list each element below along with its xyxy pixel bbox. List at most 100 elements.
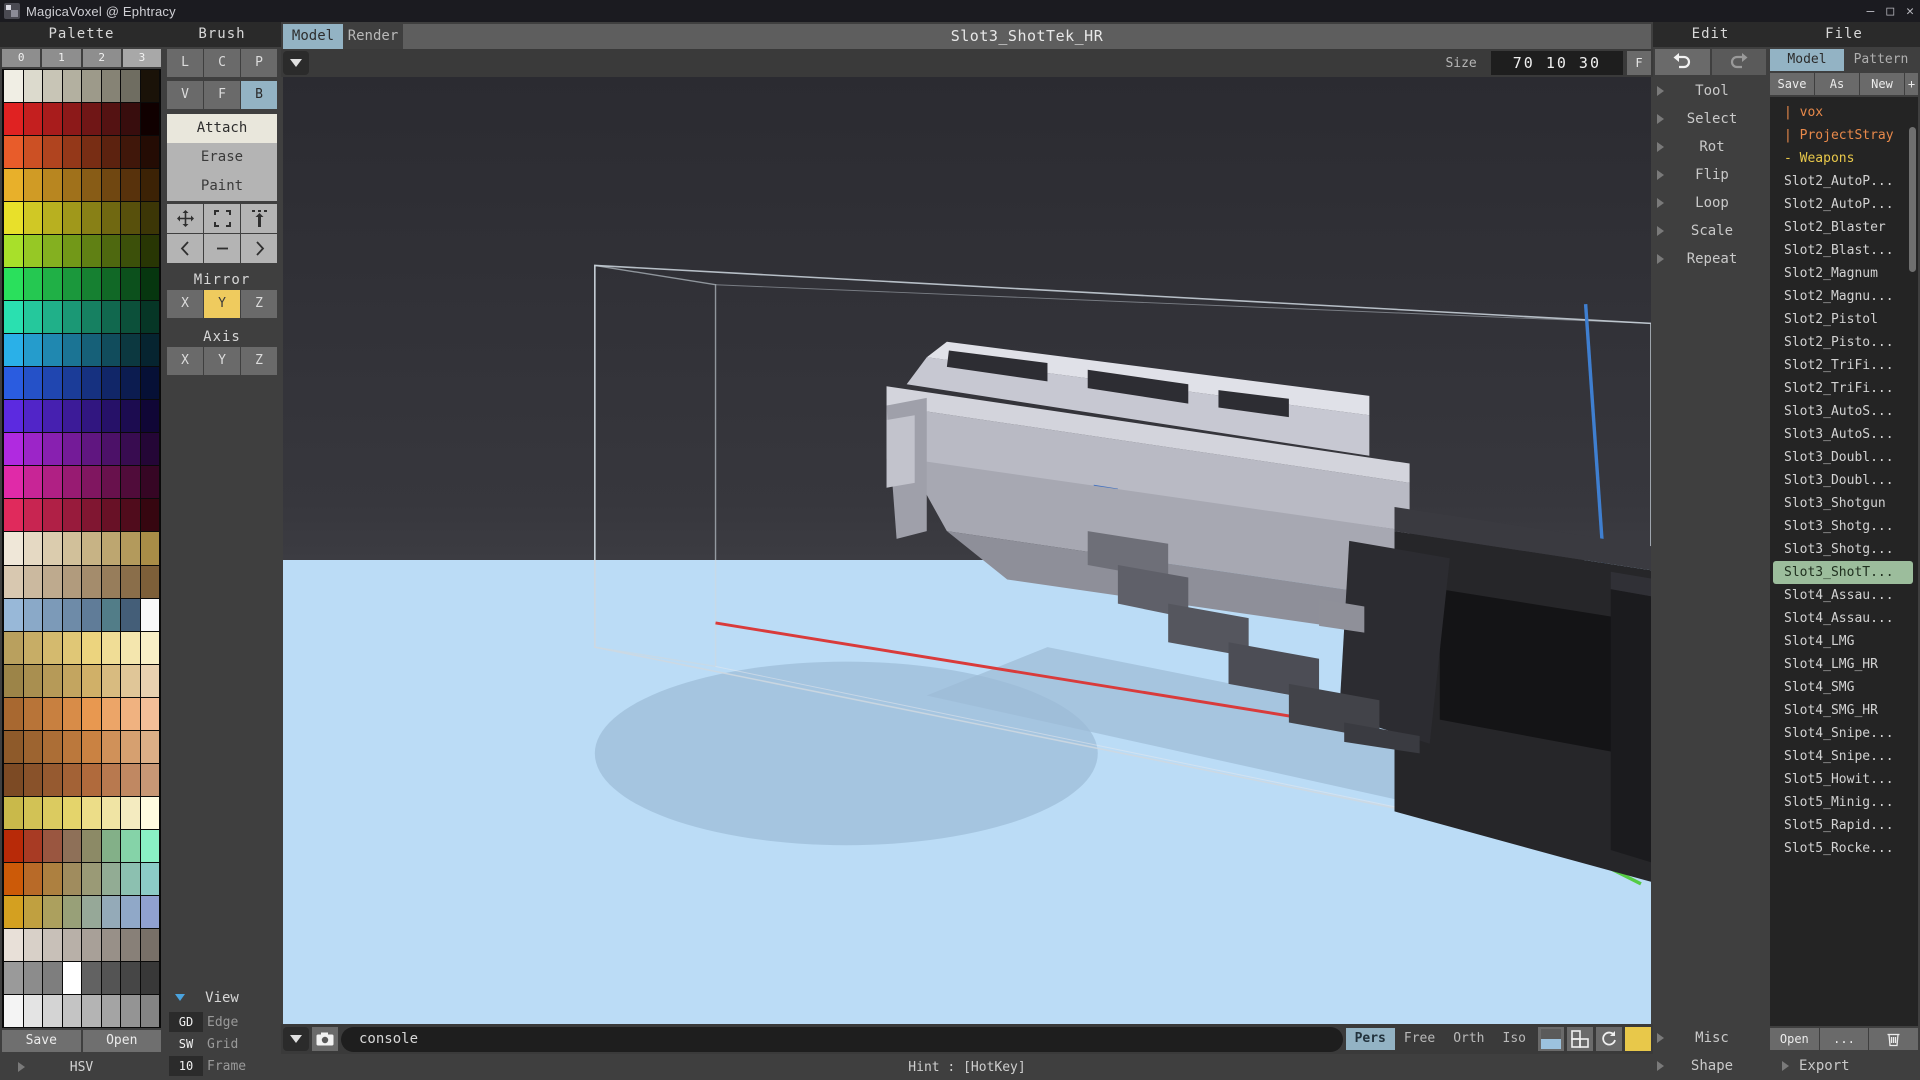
palette-actions[interactable]: Save Open bbox=[0, 1028, 163, 1054]
palette-swatch[interactable] bbox=[43, 466, 62, 499]
voxel-model-render[interactable] bbox=[283, 77, 1651, 1024]
palette-swatch[interactable] bbox=[101, 796, 120, 829]
edit-item-tool[interactable]: Tool bbox=[1653, 77, 1768, 105]
palette-swatch[interactable] bbox=[62, 70, 81, 103]
palette-swatch[interactable] bbox=[101, 664, 120, 697]
palette-swatch[interactable] bbox=[82, 235, 101, 268]
file-list-item[interactable]: | vox bbox=[1770, 101, 1918, 124]
brush-shape-V[interactable]: V bbox=[167, 81, 203, 109]
palette-swatch[interactable] bbox=[101, 367, 120, 400]
palette-swatch[interactable] bbox=[4, 70, 23, 103]
palette-swatch[interactable] bbox=[4, 862, 23, 895]
palette-swatch[interactable] bbox=[140, 631, 159, 664]
palette-swatch[interactable] bbox=[121, 367, 140, 400]
edit-item-select[interactable]: Select bbox=[1653, 105, 1768, 133]
palette-swatch[interactable] bbox=[62, 565, 81, 598]
palette-swatch[interactable] bbox=[4, 796, 23, 829]
redo-icon[interactable] bbox=[1711, 49, 1766, 75]
edit-item-repeat[interactable]: Repeat bbox=[1653, 245, 1768, 273]
palette-swatch[interactable] bbox=[62, 994, 81, 1027]
palette-swatch[interactable] bbox=[23, 598, 42, 631]
view-row-edge[interactable]: GD Edge bbox=[169, 1012, 275, 1032]
palette-swatch[interactable] bbox=[101, 466, 120, 499]
palette-swatch[interactable] bbox=[43, 895, 62, 928]
file-add-button[interactable]: + bbox=[1905, 73, 1918, 95]
palette-swatch[interactable] bbox=[82, 70, 101, 103]
palette-swatch[interactable] bbox=[101, 136, 120, 169]
palette-swatch[interactable] bbox=[101, 334, 120, 367]
palette-swatch[interactable] bbox=[121, 829, 140, 862]
file-action-buttons[interactable]: Save As New + bbox=[1770, 73, 1918, 95]
file-list-scrollbar[interactable] bbox=[1909, 127, 1916, 272]
palette-swatch[interactable] bbox=[43, 928, 62, 961]
file-list-item[interactable]: Slot4_LMG_HR bbox=[1770, 653, 1918, 676]
console-input[interactable]: console bbox=[341, 1026, 1343, 1052]
palette-swatch[interactable] bbox=[82, 631, 101, 664]
file-list-item[interactable]: Slot5_Rapid... bbox=[1770, 814, 1918, 837]
edit-item-scale[interactable]: Scale bbox=[1653, 217, 1768, 245]
maximize-button[interactable]: □ bbox=[1886, 4, 1894, 19]
palette-swatch[interactable] bbox=[62, 202, 81, 235]
palette-swatch[interactable] bbox=[62, 796, 81, 829]
palette-swatch[interactable] bbox=[121, 70, 140, 103]
palette-swatch[interactable] bbox=[62, 367, 81, 400]
screenshot-button[interactable] bbox=[312, 1027, 338, 1051]
palette-swatch[interactable] bbox=[121, 961, 140, 994]
trash-icon[interactable] bbox=[1869, 1028, 1919, 1050]
undo-redo-group[interactable] bbox=[1655, 49, 1766, 75]
file-list-item[interactable]: Slot4_SMG bbox=[1770, 676, 1918, 699]
palette-swatch[interactable] bbox=[4, 928, 23, 961]
window-controls[interactable]: – □ ✕ bbox=[1867, 0, 1914, 22]
hsv-section-toggle[interactable]: HSV bbox=[0, 1054, 163, 1080]
tab-render[interactable]: Render bbox=[343, 24, 403, 49]
palette-swatch[interactable] bbox=[121, 928, 140, 961]
palette-swatch[interactable] bbox=[4, 103, 23, 136]
palette-swatch[interactable] bbox=[140, 961, 159, 994]
brush-shape-C[interactable]: C bbox=[204, 49, 240, 77]
palette-swatch[interactable] bbox=[101, 565, 120, 598]
palette-swatch[interactable] bbox=[4, 400, 23, 433]
palette-save-button[interactable]: Save bbox=[2, 1030, 81, 1052]
move-icon[interactable] bbox=[167, 204, 203, 233]
palette-swatch[interactable] bbox=[4, 697, 23, 730]
palette-swatch[interactable] bbox=[4, 994, 23, 1027]
palette-swatch[interactable] bbox=[23, 730, 42, 763]
rotate-icon[interactable] bbox=[1596, 1027, 1622, 1051]
palette-swatch[interactable] bbox=[23, 334, 42, 367]
file-new-button[interactable]: New bbox=[1860, 73, 1904, 95]
palette-swatch[interactable] bbox=[121, 763, 140, 796]
palette-swatch[interactable] bbox=[101, 862, 120, 895]
palette-swatch[interactable] bbox=[43, 169, 62, 202]
palette-swatch[interactable] bbox=[140, 862, 159, 895]
palette-swatch[interactable] bbox=[23, 103, 42, 136]
palette-swatch[interactable] bbox=[62, 235, 81, 268]
file-list-item[interactable]: Slot3_Doubl... bbox=[1770, 446, 1918, 469]
file-list-item[interactable]: Slot2_Pisto... bbox=[1770, 331, 1918, 354]
file-list-item[interactable]: Slot3_AutoS... bbox=[1770, 423, 1918, 446]
palette-swatch[interactable] bbox=[82, 301, 101, 334]
file-list-item[interactable]: Slot3_Shotg... bbox=[1770, 538, 1918, 561]
file-list-item[interactable]: Slot5_Howit... bbox=[1770, 768, 1918, 791]
palette-tab-0[interactable]: 0 bbox=[2, 49, 41, 67]
brush-mode-attach[interactable]: Attach bbox=[167, 114, 277, 143]
file-list-item[interactable]: | ProjectStray bbox=[1770, 124, 1918, 147]
palette-open-button[interactable]: Open bbox=[82, 1030, 161, 1052]
file-list-item[interactable]: Slot3_Shotg... bbox=[1770, 515, 1918, 538]
palette-swatch[interactable] bbox=[82, 598, 101, 631]
palette-swatch[interactable] bbox=[140, 730, 159, 763]
palette-swatch[interactable] bbox=[82, 499, 101, 532]
palette-swatch[interactable] bbox=[4, 301, 23, 334]
palette-swatch[interactable] bbox=[101, 961, 120, 994]
palette-swatch[interactable] bbox=[43, 598, 62, 631]
palette-swatch[interactable] bbox=[62, 268, 81, 301]
palette-swatch[interactable] bbox=[4, 136, 23, 169]
palette-swatch[interactable] bbox=[62, 103, 81, 136]
palette-swatch[interactable] bbox=[121, 433, 140, 466]
palette-swatch[interactable] bbox=[121, 862, 140, 895]
palette-swatch[interactable] bbox=[121, 136, 140, 169]
palette-swatch[interactable] bbox=[140, 598, 159, 631]
palette-swatch[interactable] bbox=[140, 796, 159, 829]
brush-mode-paint[interactable]: Paint bbox=[167, 172, 277, 201]
mirror-axis-X[interactable]: X bbox=[167, 290, 203, 318]
palette-swatch[interactable] bbox=[43, 532, 62, 565]
